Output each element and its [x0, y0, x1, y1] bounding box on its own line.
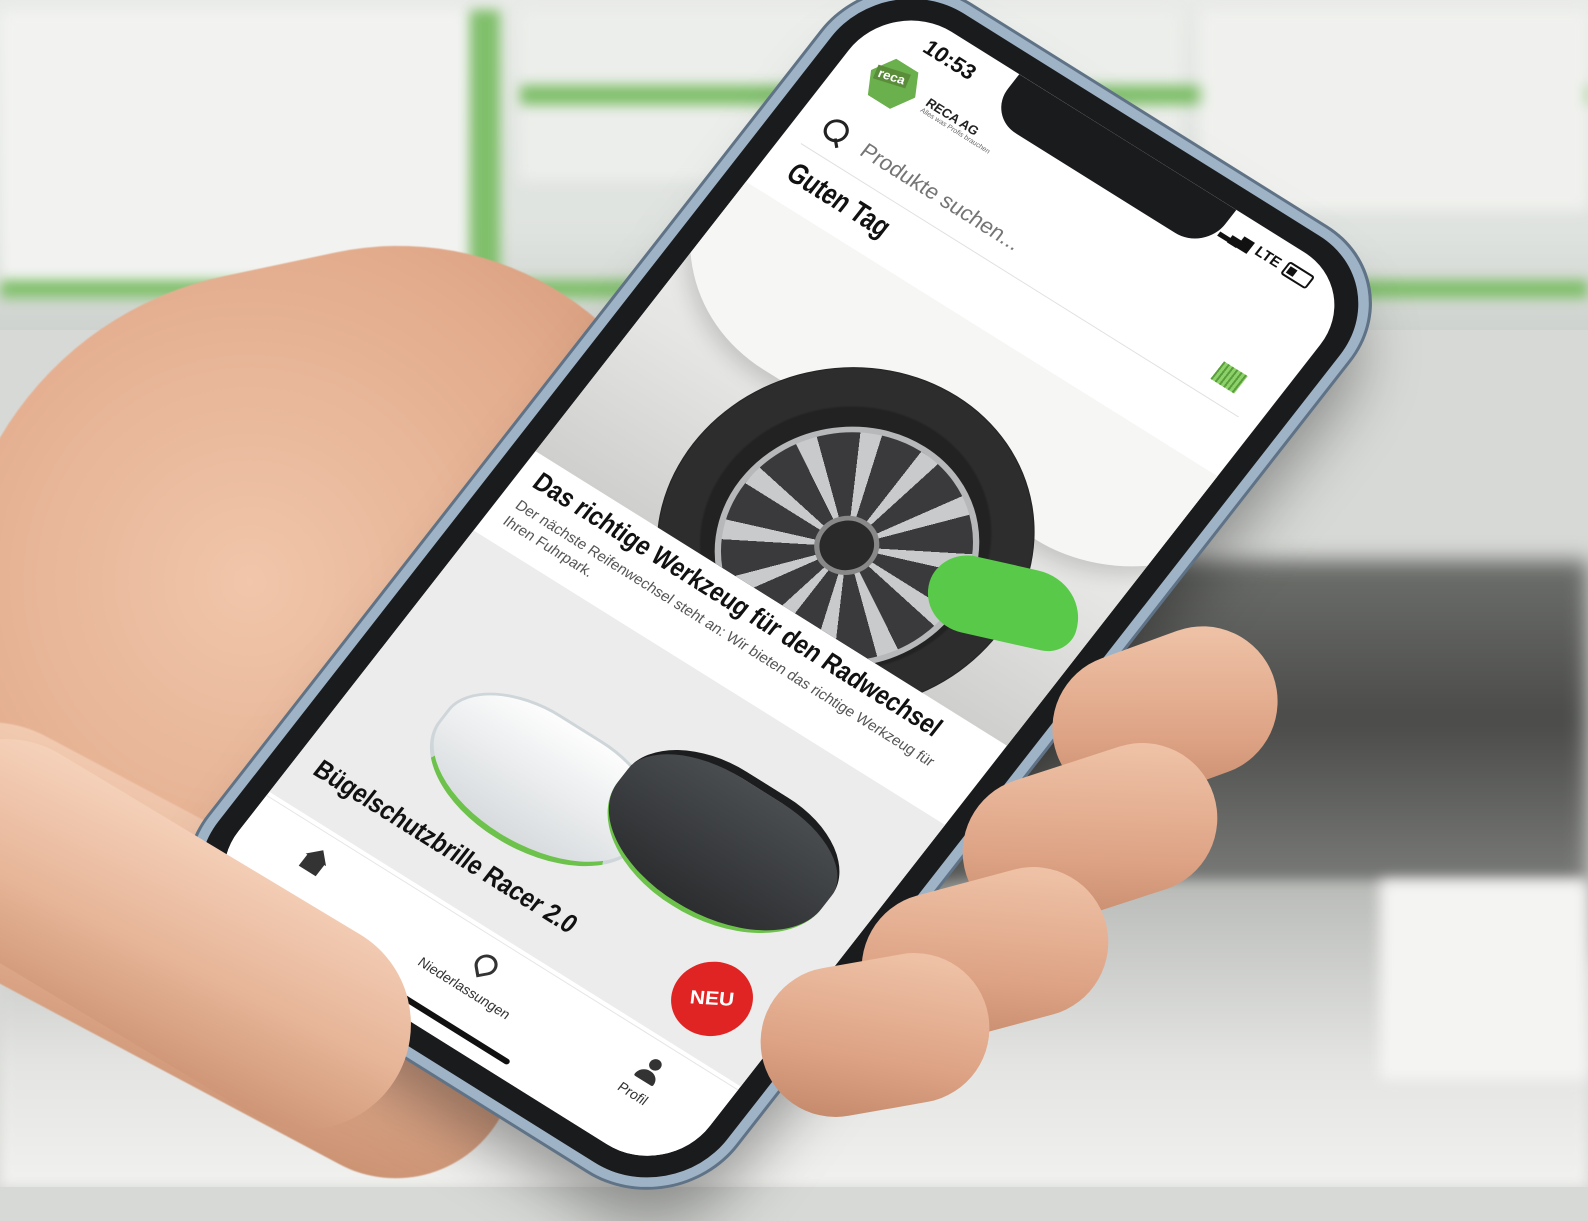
reca-logo: reca: [857, 52, 930, 116]
home-icon: [294, 843, 335, 880]
battery-icon: [1279, 260, 1316, 290]
tab-home[interactable]: [290, 843, 335, 885]
status-right: ▂▄▆ LTE: [1217, 222, 1316, 291]
new-badge: NEU: [666, 959, 758, 1039]
blurred-box: [1380, 880, 1588, 1080]
tab-profile[interactable]: Profil: [614, 1052, 672, 1109]
signal-icon: ▂▄▆: [1217, 222, 1257, 254]
person-icon: [630, 1053, 671, 1090]
barcode-scan-icon[interactable]: [1210, 361, 1248, 394]
search-icon[interactable]: [817, 114, 855, 149]
location-pin-icon: [461, 947, 502, 984]
network-label: LTE: [1251, 242, 1286, 271]
blurred-box: [1200, 10, 1588, 210]
